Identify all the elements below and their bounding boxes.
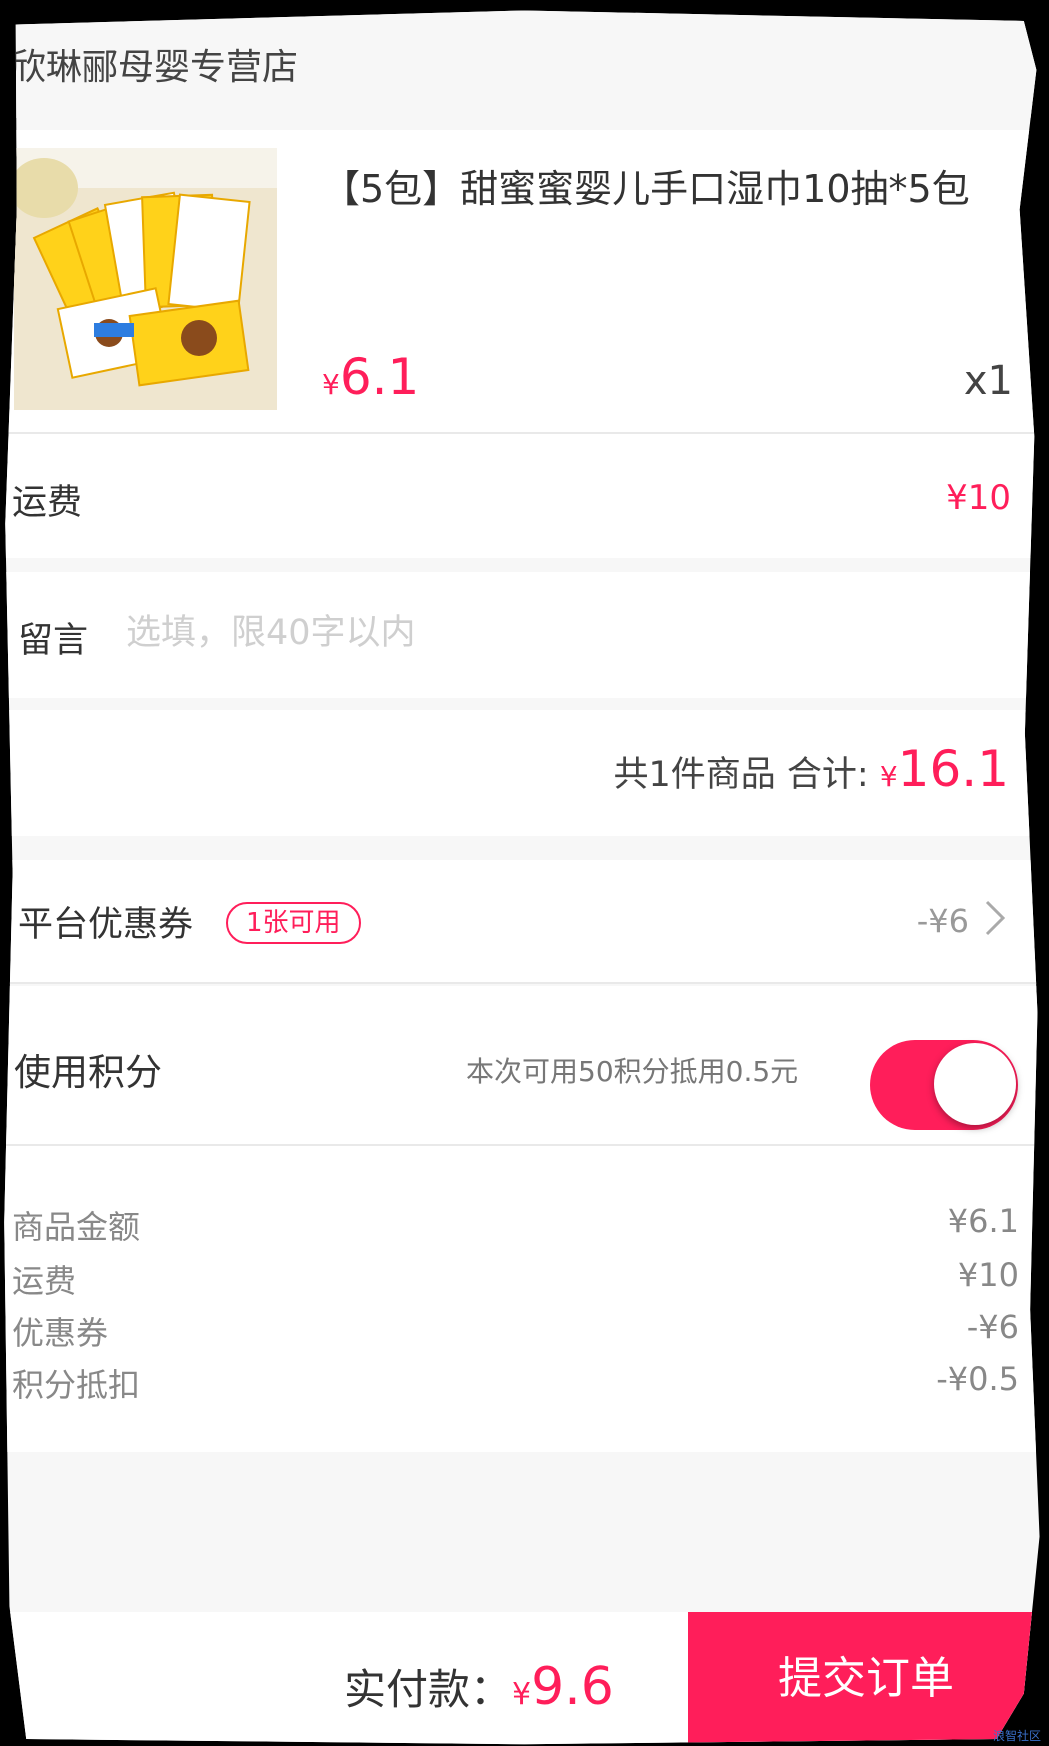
message-row: 留言 — [4, 572, 1040, 698]
summary-label: 积分抵扣 — [12, 1366, 141, 1404]
shop-name: 欣琳郦母婴专营店 — [10, 47, 299, 88]
points-label: 使用积分 — [14, 1051, 162, 1094]
currency-symbol: ¥ — [322, 368, 340, 401]
product-price: ¥6.1 — [322, 348, 419, 406]
total-count-text: 共1件商品 合计: — [613, 755, 869, 795]
coupon-row[interactable]: 平台优惠券 1张可用 -¥6 — [4, 860, 1040, 982]
checkout-bar: 实付款：¥9.6 提交订单 — [4, 1612, 1040, 1745]
summary-row: 优惠券 -¥6 — [4, 1308, 1039, 1358]
summary-label: 商品金额 — [12, 1208, 141, 1246]
summary-row: 商品金额 ¥6.1 — [4, 1202, 1039, 1252]
message-label: 留言 — [18, 621, 89, 661]
product-title: 【5包】甜蜜蜜婴儿手口湿巾10抽*5包 — [322, 167, 970, 211]
toggle-knob — [934, 1043, 1016, 1125]
summary-value: ¥6.1 — [947, 1202, 1019, 1240]
summary-row: 运费 ¥10 — [4, 1256, 1039, 1306]
shop-header: 欣琳郦母婴专营店 — [4, 10, 1040, 118]
message-input[interactable] — [126, 606, 826, 660]
total-amount: 16.1 — [897, 740, 1009, 798]
summary-value: -¥0.5 — [936, 1360, 1019, 1398]
summary-label: 运费 — [12, 1262, 77, 1300]
points-row: 使用积分 本次可用50积分抵用0.5元 — [4, 986, 1040, 1144]
pay-label: 实付款： — [344, 1665, 513, 1714]
summary-row: 积分抵扣 -¥0.5 — [4, 1360, 1039, 1410]
shipping-label: 运费 — [12, 483, 83, 523]
divider — [4, 982, 1040, 984]
summary-value: -¥6 — [966, 1308, 1019, 1346]
price-summary: 商品金额 ¥6.1 运费 ¥10 优惠券 -¥6 积分抵扣 -¥0.5 — [4, 1146, 1040, 1452]
coupon-value: -¥6 — [916, 902, 969, 940]
order-confirm-screen: 欣琳郦母婴专营店 【5包】甜蜜蜜婴儿手口湿巾10抽*5包 ¥6.1 x1 运费 … — [4, 10, 1040, 1745]
shipping-value: ¥10 — [946, 478, 1011, 518]
order-total-row: 共1件商品 合计: ¥16.1 — [4, 710, 1040, 836]
points-toggle[interactable] — [870, 1040, 1018, 1130]
watermark: 浪智社区 — [992, 1729, 1041, 1743]
product-image — [14, 148, 277, 410]
product-item[interactable]: 【5包】甜蜜蜜婴儿手口湿巾10抽*5包 ¥6.1 x1 — [4, 130, 1040, 432]
product-quantity: x1 — [963, 358, 1013, 404]
order-total: 共1件商品 合计: ¥16.1 — [614, 740, 1009, 798]
currency-symbol: ¥ — [512, 1677, 532, 1712]
pay-amount: 9.6 — [531, 1657, 614, 1717]
submit-order-button[interactable]: 提交订单 — [688, 1612, 1040, 1745]
summary-label: 优惠券 — [12, 1314, 109, 1352]
coupon-label: 平台优惠券 — [18, 905, 194, 945]
shipping-row: 运费 ¥10 — [4, 434, 1040, 558]
summary-value: ¥10 — [957, 1256, 1019, 1294]
pay-amount-line: 实付款：¥9.6 — [344, 1656, 614, 1717]
product-price-value: 6.1 — [339, 348, 420, 406]
currency-symbol: ¥ — [879, 760, 898, 793]
chevron-right-icon[interactable] — [975, 898, 1015, 938]
coupon-available-badge: 1张可用 — [226, 902, 361, 944]
points-hint: 本次可用50积分抵用0.5元 — [466, 1055, 799, 1088]
